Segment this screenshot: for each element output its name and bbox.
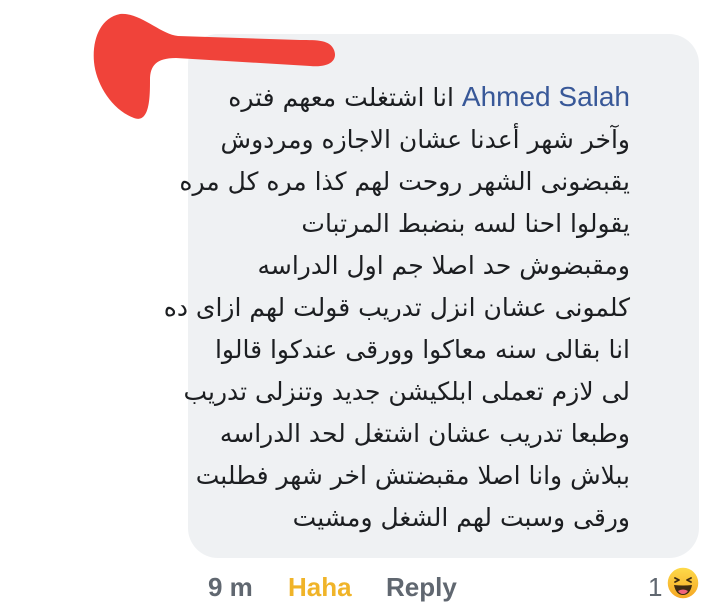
comment-first-line: Ahmed Salah انا اشتغلت معهم فتره: [200, 76, 630, 119]
comment-line: وطبعا تدريب عشان اشتغل لحد الدراسه: [219, 419, 630, 448]
haha-reaction-button[interactable]: Haha: [288, 572, 352, 603]
comment-screenshot: Ahmed Salah انا اشتغلت معهم فتره وآخر شه…: [0, 0, 720, 610]
comment-line: انا اشتغلت معهم فتره: [228, 83, 454, 112]
comment-line: ومقبضوش حد اصلا جم اول الدراسه: [257, 251, 631, 280]
reply-button[interactable]: Reply: [386, 572, 457, 603]
comment-line: كلمونى عشان انزل تدريب قولت لهم ازاى ده: [163, 293, 630, 322]
comment-line: لى لازم تعملى ابلكيشن جديد وتنزلى تدريب: [183, 377, 630, 406]
comment-actions: 9 m Haha Reply: [196, 566, 696, 606]
comment-line: ببلاش وانا اصلا مقبضتش اخر شهر فطلبت: [195, 461, 630, 490]
comment-line: يقولوا احنا لسه بنضبط المرتبات: [301, 209, 630, 238]
comment-author-link[interactable]: Ahmed Salah: [462, 76, 630, 118]
reaction-count[interactable]: 1: [648, 572, 662, 603]
comment-line: يقبضونى الشهر روحت لهم كذا مره كل مره: [179, 167, 630, 196]
comment-body: Ahmed Salah انا اشتغلت معهم فتره وآخر شه…: [163, 76, 631, 539]
haha-emoji-icon[interactable]: [666, 566, 700, 600]
comment-line: وآخر شهر أعدنا عشان الاجازه ومردوش: [220, 125, 630, 154]
comment-line: انا بقالى سنه معاكوا وورقى عندكوا قالوا: [214, 335, 630, 364]
comment-timestamp[interactable]: 9 m: [208, 572, 253, 603]
comment-line: ورقى وسبت لهم الشغل ومشيت: [292, 503, 630, 532]
